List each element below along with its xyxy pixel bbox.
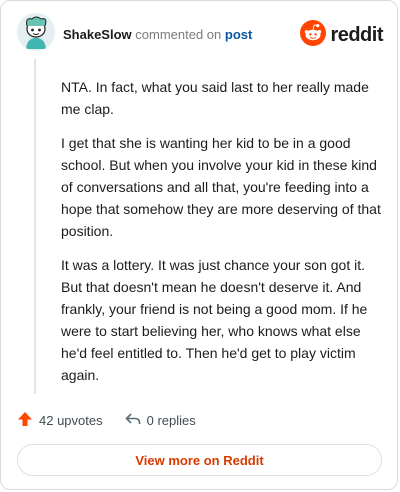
- reddit-wordmark: reddit: [330, 24, 383, 46]
- commented-on-text: commented on: [135, 27, 222, 42]
- comment-paragraph: NTA. In fact, what you said last to her …: [61, 79, 369, 117]
- reply-button[interactable]: 0 replies: [125, 411, 196, 430]
- upvote-count: 42 upvotes: [39, 412, 103, 428]
- reply-arrow-icon: [125, 411, 141, 430]
- upvote-button[interactable]: 42 upvotes: [17, 411, 103, 430]
- comment-actions: 42 upvotes 0 replies: [17, 409, 218, 431]
- view-more-button[interactable]: View more on Reddit: [17, 444, 382, 476]
- reddit-logo-icon: [300, 20, 327, 51]
- comment-paragraph: It was a lottery. It was just chance you…: [61, 257, 368, 383]
- thread-line: [34, 59, 36, 394]
- comment-meta: ShakeSlow commented on post: [63, 27, 252, 43]
- username-link[interactable]: ShakeSlow: [63, 27, 132, 42]
- comment-body: NTA. In fact, what you said last to her …: [61, 76, 387, 398]
- snoo-avatar-icon[interactable]: [17, 13, 55, 51]
- comment-paragraph: I get that she is wanting her kid to be …: [61, 135, 381, 239]
- comment-header: ShakeSlow commented on post reddit: [17, 13, 383, 53]
- post-link[interactable]: post: [225, 27, 252, 42]
- reply-count: 0 replies: [146, 412, 196, 428]
- upvote-arrow-icon: [17, 411, 33, 430]
- comment-embed-card: ShakeSlow commented on post reddit NTA. …: [0, 0, 398, 490]
- reddit-brand[interactable]: reddit: [300, 20, 383, 51]
